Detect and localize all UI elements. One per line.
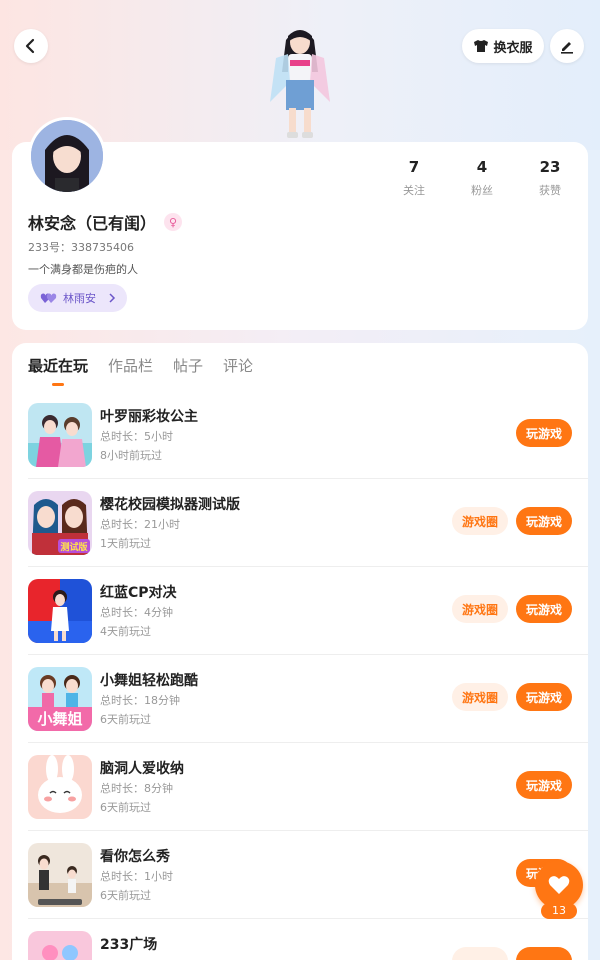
stat-value: 7 [408, 158, 420, 176]
game-duration: 总时长：1小时 [100, 870, 173, 883]
change-outfit-label: 换衣服 [493, 40, 533, 56]
shirt-icon [474, 40, 489, 52]
stat-value: 23 [539, 158, 561, 176]
game-duration: 总时长：21小时 [100, 518, 180, 531]
game-circle-button[interactable]: 游戏圈 [452, 507, 508, 535]
tab-works[interactable]: 作品栏 [108, 355, 153, 376]
game-list-item[interactable]: 脑洞人爱收纳 总时长：8分钟 6天前玩过 玩游戏 [28, 743, 588, 831]
stat-followers[interactable]: 4 粉丝 [452, 158, 512, 198]
tab-posts[interactable]: 帖子 [173, 355, 203, 376]
game-icon [28, 403, 92, 467]
game-icon [28, 931, 92, 960]
stat-label: 粉丝 [471, 184, 493, 197]
game-list-item[interactable]: 小舞姐 小舞姐轻松跑酷 总时长：18分钟 6天前玩过 游戏圈 玩游戏 [28, 655, 588, 743]
stat-label: 获赞 [539, 184, 561, 197]
game-list-item[interactable]: 叶罗丽彩妆公主 总时长：5小时 8小时前玩过 玩游戏 [28, 391, 588, 479]
change-outfit-button[interactable]: 换衣服 [462, 29, 544, 63]
game-title: 233广场 [100, 937, 158, 953]
game-last-played: 4天前玩过 [100, 625, 151, 638]
chevron-right-icon [109, 293, 116, 303]
game-list-item[interactable]: 看你怎么秀 总时长：1小时 6天前玩过 玩游戏 [28, 831, 588, 919]
double-heart-icon [40, 293, 57, 303]
stat-following[interactable]: 7 关注 [384, 158, 444, 198]
game-icon [28, 755, 92, 819]
user-name: 林安念（已有闺） [28, 214, 157, 233]
game-circle-button[interactable] [452, 947, 508, 960]
game-icon [28, 579, 92, 643]
game-title: 樱花校园模拟器测试版 [100, 497, 240, 513]
game-title: 红蓝CP对决 [100, 585, 177, 601]
female-icon: ♀ [164, 213, 183, 231]
play-game-button[interactable]: 玩游戏 [516, 507, 572, 535]
heart-icon [548, 876, 570, 894]
profile-tabs: 最近在玩 作品栏 帖子 评论 [28, 355, 253, 376]
stat-likes[interactable]: 23 获赞 [520, 158, 580, 198]
play-game-button[interactable]: 玩游戏 [516, 771, 572, 799]
stat-label: 关注 [403, 184, 425, 197]
game-last-played: 6天前玩过 [100, 801, 151, 814]
user-bio: 一个满身都是伤疤的人 [28, 263, 138, 276]
cp-name: 林雨安 [63, 292, 96, 305]
tab-recent-played[interactable]: 最近在玩 [28, 355, 88, 376]
play-game-button[interactable]: 玩游戏 [516, 595, 572, 623]
tab-comments[interactable]: 评论 [223, 355, 253, 376]
game-duration: 总时长：18分钟 [100, 694, 180, 707]
game-title: 小舞姐轻松跑酷 [100, 673, 198, 689]
name-row: 林安念（已有闺） ♀ [28, 210, 183, 234]
game-title: 看你怎么秀 [100, 849, 170, 865]
back-button[interactable] [14, 29, 48, 63]
game-duration: 总时长：8分钟 [100, 782, 173, 795]
play-game-button[interactable]: 玩游戏 [516, 419, 572, 447]
play-game-button[interactable]: 玩游戏 [516, 683, 572, 711]
game-title: 叶罗丽彩妆公主 [100, 409, 198, 425]
game-icon: 小舞姐 [28, 667, 92, 731]
play-game-button[interactable] [516, 947, 572, 960]
game-title: 脑洞人爱收纳 [100, 761, 184, 777]
edit-profile-button[interactable] [550, 29, 584, 63]
like-button[interactable] [535, 861, 583, 909]
game-list-item[interactable]: 233广场 [28, 919, 588, 960]
user-id: 233号：338735406 [28, 241, 134, 254]
game-duration: 总时长：5小时 [100, 430, 173, 443]
game-icon [28, 843, 92, 907]
active-tab-indicator [52, 383, 64, 386]
game-icon: 测试版 [28, 491, 92, 555]
avatar[interactable] [28, 117, 106, 195]
game-duration: 总时长：4分钟 [100, 606, 173, 619]
game-last-played: 6天前玩过 [100, 889, 151, 902]
game-list-item[interactable]: 红蓝CP对决 总时长：4分钟 4天前玩过 游戏圈 玩游戏 [28, 567, 588, 655]
xiaowujie-logo: 小舞姐 [37, 710, 82, 728]
game-circle-button[interactable]: 游戏圈 [452, 595, 508, 623]
stat-value: 4 [476, 158, 488, 176]
character-figure [262, 22, 338, 140]
chevron-left-icon [25, 38, 35, 54]
game-last-played: 1天前玩过 [100, 537, 151, 550]
like-count: 13 [541, 903, 577, 919]
game-last-played: 8小时前玩过 [100, 449, 162, 462]
games-card: 最近在玩 作品栏 帖子 评论 叶罗丽彩妆公主 总时长：5小时 8小时前玩过 玩游… [12, 343, 588, 960]
pencil-icon [561, 42, 573, 54]
cp-relation-tag[interactable]: 林雨安 [28, 284, 127, 312]
game-last-played: 6天前玩过 [100, 713, 151, 726]
game-circle-button[interactable]: 游戏圈 [452, 683, 508, 711]
test-badge: 测试版 [60, 541, 87, 553]
game-list-item[interactable]: 测试版 樱花校园模拟器测试版 总时长：21小时 1天前玩过 游戏圈 玩游戏 [28, 479, 588, 567]
